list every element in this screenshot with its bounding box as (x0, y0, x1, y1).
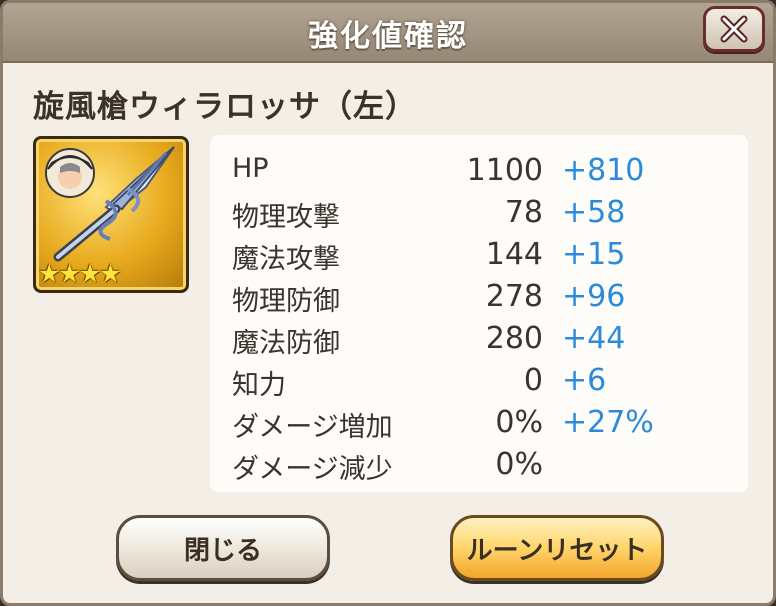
stat-row-damage-increase: ダメージ増加 0% +27% (210, 399, 748, 443)
close-button[interactable] (703, 6, 765, 52)
stat-label: 魔法防御 (232, 328, 340, 359)
dialog-title: 強化値確認 (308, 19, 468, 54)
stat-label: HP (232, 153, 269, 184)
item-icon-card: ★★★★ (33, 136, 189, 293)
stat-row-physical-defense: 物理防御 278 +96 (210, 273, 748, 317)
close-dialog-button[interactable]: 閉じる (116, 515, 330, 581)
stat-value: 280 (485, 321, 543, 356)
item-name: 旋風槍ウィラロッサ（左） (33, 89, 417, 125)
stat-row-damage-reduction: ダメージ減少 0% (210, 441, 748, 485)
rarity-stars: ★★★★ (38, 259, 122, 288)
stat-value: 144 (485, 237, 543, 272)
stat-label: 物理攻撃 (232, 202, 340, 233)
stat-label: 魔法攻撃 (232, 244, 340, 275)
stats-panel: HP 1100 +810 物理攻撃 78 +58 魔法攻撃 144 +15 物理… (210, 135, 748, 492)
stat-value: 1100 (466, 153, 543, 188)
stat-row-physical-attack: 物理攻撃 78 +58 (210, 189, 748, 233)
stat-value: 0% (495, 447, 543, 482)
stat-label: 知力 (232, 370, 286, 401)
stat-value: 278 (485, 279, 543, 314)
stat-label: ダメージ増加 (232, 412, 393, 443)
enhancement-dialog: 強化値確認 旋風槍ウィラロッサ（左） ★★★★ HP 1100 +810 物理攻… (0, 0, 776, 606)
stat-value: 0 (523, 363, 543, 398)
title-bar: 強化値確認 (3, 3, 773, 63)
stat-bonus: +15 (562, 237, 626, 272)
spear-weapon-icon (45, 146, 175, 262)
stat-value: 0% (495, 405, 543, 440)
stat-label: 物理防御 (232, 286, 340, 317)
stat-bonus: +6 (562, 363, 607, 398)
stat-bonus: +44 (562, 321, 626, 356)
stat-bonus: +58 (562, 195, 626, 230)
close-x-icon (720, 15, 748, 43)
stat-label: ダメージ減少 (232, 454, 393, 485)
stat-row-intelligence: 知力 0 +6 (210, 357, 748, 401)
stat-row-magic-defense: 魔法防御 280 +44 (210, 315, 748, 359)
stat-value: 78 (504, 195, 543, 230)
stat-row-magic-attack: 魔法攻撃 144 +15 (210, 231, 748, 275)
rune-reset-button[interactable]: ルーンリセット (450, 515, 664, 581)
stat-row-hp: HP 1100 +810 (210, 147, 748, 189)
stat-bonus: +96 (562, 279, 626, 314)
stat-bonus: +27% (562, 405, 654, 440)
stat-bonus: +810 (562, 153, 645, 188)
